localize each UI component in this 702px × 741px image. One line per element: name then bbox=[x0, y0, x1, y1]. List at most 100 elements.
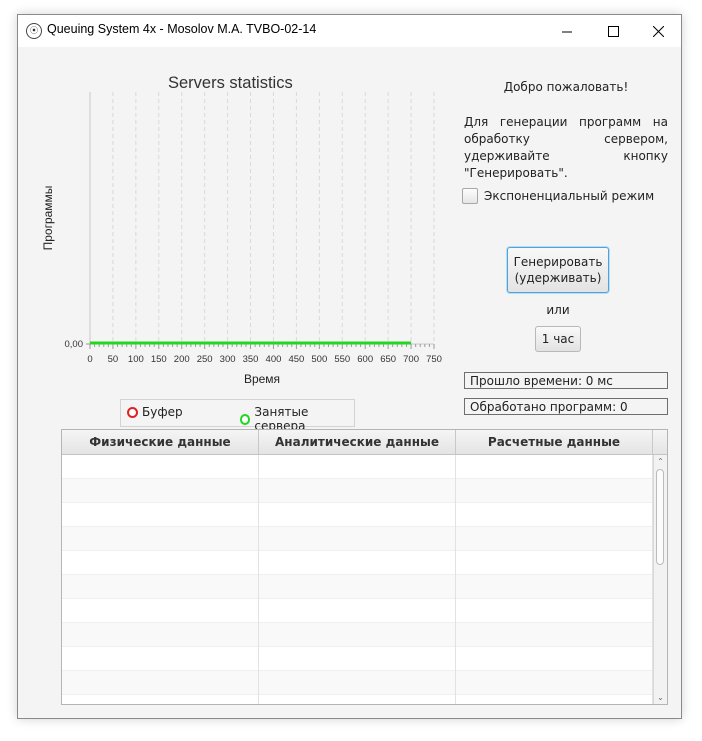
table-cell bbox=[456, 527, 653, 551]
data-table: Физические данные Аналитические данные Р… bbox=[61, 429, 668, 705]
scrollbar-thumb[interactable] bbox=[656, 469, 664, 565]
table-cell bbox=[456, 551, 653, 575]
scroll-up-icon[interactable]: ⌃ bbox=[656, 457, 665, 466]
generate-button[interactable]: Генерировать (удерживать) bbox=[507, 247, 609, 293]
welcome-text: Добро пожаловать! bbox=[503, 80, 629, 94]
elapsed-time-field: Прошло времени: 0 мс bbox=[464, 372, 668, 389]
x-axis-label: Время bbox=[244, 372, 280, 386]
x-tick-label: 750 bbox=[426, 354, 442, 365]
column-header-physical[interactable]: Физические данные bbox=[62, 430, 259, 454]
scroll-down-icon[interactable]: ⌄ bbox=[656, 693, 665, 702]
x-tick-label: 350 bbox=[243, 354, 259, 365]
table-cell bbox=[62, 599, 259, 623]
x-tick-label: 0 bbox=[87, 354, 92, 365]
x-tick-label: 700 bbox=[403, 354, 419, 365]
column-header-calculated[interactable]: Расчетные данные bbox=[456, 430, 653, 454]
table-cell bbox=[62, 503, 259, 527]
table-header-corner bbox=[653, 430, 667, 454]
table-cell bbox=[259, 527, 456, 551]
legend-dot-busy-servers bbox=[240, 413, 251, 425]
table-cell bbox=[62, 455, 259, 479]
table-cell bbox=[62, 575, 259, 599]
table-cell bbox=[62, 647, 259, 671]
window-title: Queuing System 4x - Mosolov M.A. TVBO-02… bbox=[47, 22, 317, 36]
x-tick-label: 100 bbox=[128, 354, 144, 365]
table-cell bbox=[62, 479, 259, 503]
x-tick-label: 650 bbox=[380, 354, 396, 365]
table-body bbox=[62, 455, 653, 704]
exponential-mode-label: Экспоненциальный режим bbox=[484, 189, 655, 203]
table-cell bbox=[456, 647, 653, 671]
table-cell bbox=[259, 647, 456, 671]
table-row[interactable] bbox=[62, 599, 653, 623]
x-tick-label: 50 bbox=[108, 354, 119, 365]
table-scrollbar[interactable]: ⌃ ⌄ bbox=[653, 455, 667, 704]
x-tick-label: 600 bbox=[357, 354, 373, 365]
table-cell bbox=[259, 623, 456, 647]
table-cell bbox=[456, 575, 653, 599]
x-tick-label: 500 bbox=[311, 354, 327, 365]
table-row[interactable] bbox=[62, 671, 653, 695]
maximize-icon bbox=[607, 25, 619, 37]
or-label: или bbox=[546, 303, 570, 317]
table-cell bbox=[259, 575, 456, 599]
minimize-icon bbox=[561, 31, 572, 32]
main-content: Servers statistics 0 50 100 150 200 250 300 350… bbox=[18, 47, 681, 718]
y-axis-label: Программы bbox=[41, 186, 55, 251]
table-row[interactable] bbox=[62, 479, 653, 503]
close-icon bbox=[652, 25, 664, 37]
y-tick-label: 0,00 bbox=[65, 339, 84, 350]
column-header-analytical[interactable]: Аналитические данные bbox=[259, 430, 456, 454]
table-row[interactable] bbox=[62, 527, 653, 551]
legend-item-buffer: Буфер bbox=[127, 405, 183, 419]
table-row[interactable] bbox=[62, 551, 653, 575]
table-row[interactable] bbox=[62, 647, 653, 671]
legend-label-buffer: Буфер bbox=[142, 405, 183, 419]
table-cell bbox=[62, 671, 259, 695]
table-cell bbox=[259, 599, 456, 623]
app-logo-icon: ⦿ bbox=[26, 23, 42, 39]
table-cell bbox=[456, 455, 653, 479]
title-bar[interactable]: ⦿ Queuing System 4x - Mosolov M.A. TVBO-… bbox=[18, 15, 681, 47]
table-row[interactable] bbox=[62, 623, 653, 647]
x-tick-label: 450 bbox=[288, 354, 304, 365]
table-row[interactable] bbox=[62, 575, 653, 599]
generate-button-label: Генерировать bbox=[513, 255, 603, 269]
table-cell bbox=[62, 527, 259, 551]
table-cell bbox=[62, 551, 259, 575]
x-tick-label: 300 bbox=[220, 354, 236, 365]
table-cell bbox=[259, 503, 456, 527]
chart-legend: Буфер Занятые сервера bbox=[120, 399, 355, 433]
generate-button-sublabel: (удерживать) bbox=[514, 271, 602, 285]
generation-hint: Для генерации программ на обработку серв… bbox=[464, 115, 668, 180]
table-cell bbox=[456, 623, 653, 647]
table-cell bbox=[259, 455, 456, 479]
table-row[interactable] bbox=[62, 695, 653, 704]
one-hour-button[interactable]: 1 час bbox=[535, 326, 581, 352]
processed-programs-field: Обработано программ: 0 bbox=[464, 398, 668, 415]
exponential-mode-checkbox[interactable] bbox=[462, 188, 478, 204]
table-row[interactable] bbox=[62, 455, 653, 479]
x-tick-label: 250 bbox=[197, 354, 213, 365]
close-button[interactable] bbox=[635, 15, 681, 47]
table-cell bbox=[456, 695, 653, 704]
table-cell bbox=[456, 599, 653, 623]
table-row[interactable] bbox=[62, 503, 653, 527]
table-cell bbox=[62, 623, 259, 647]
table-cell bbox=[456, 503, 653, 527]
table-cell bbox=[456, 671, 653, 695]
table-cell bbox=[62, 695, 259, 704]
table-cell bbox=[259, 695, 456, 704]
maximize-button[interactable] bbox=[590, 15, 636, 47]
table-header: Физические данные Аналитические данные Р… bbox=[62, 430, 667, 455]
servers-chart: 0 50 100 150 200 250 300 350 400 450 500 550 600 650 7… bbox=[41, 92, 442, 386]
x-tick-label: 550 bbox=[334, 354, 350, 365]
minimize-button[interactable] bbox=[544, 15, 590, 47]
x-tick-label: 150 bbox=[151, 354, 167, 365]
exponential-mode-toggle[interactable]: Экспоненциальный режим bbox=[462, 188, 654, 204]
x-tick-label: 400 bbox=[266, 354, 282, 365]
table-cell bbox=[259, 671, 456, 695]
table-cell bbox=[456, 479, 653, 503]
legend-dot-buffer bbox=[127, 406, 138, 418]
app-window: ⦿ Queuing System 4x - Mosolov M.A. TVBO-… bbox=[17, 14, 682, 719]
